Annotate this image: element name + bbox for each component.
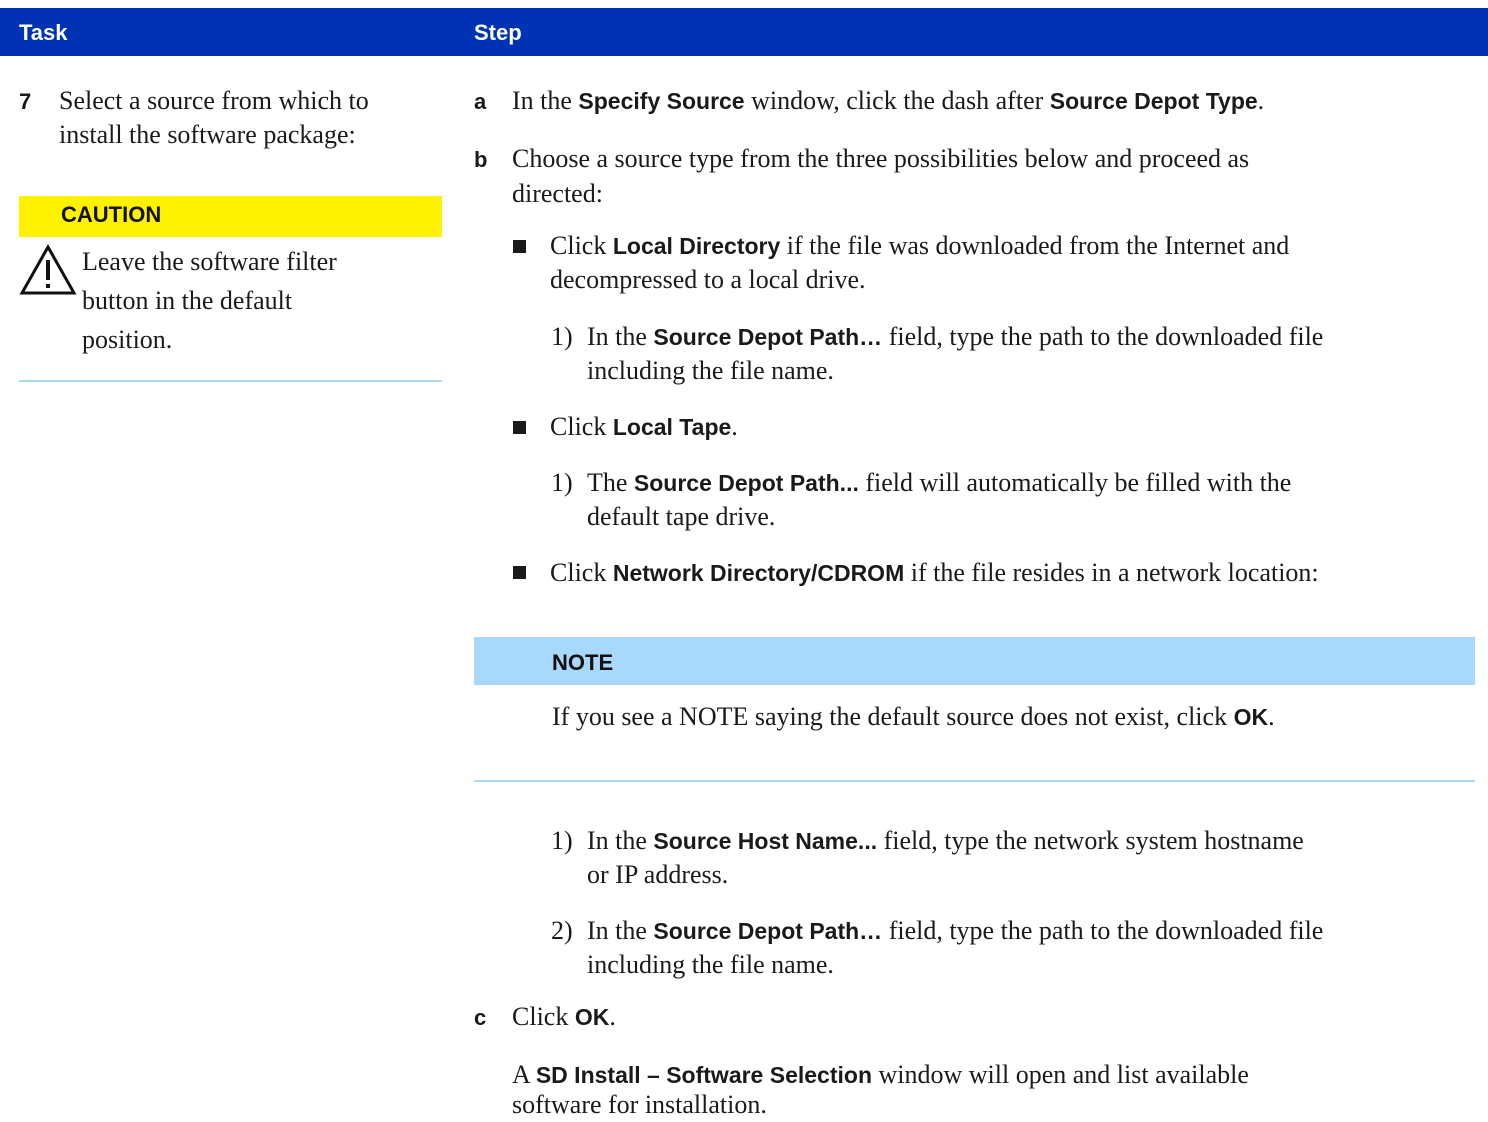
caution-divider xyxy=(19,380,442,382)
task-text-line2: install the software package: xyxy=(59,120,356,149)
bullet3-sub2-line2: including the file name. xyxy=(587,950,834,979)
bullet1-sub1-line1: In the Source Depot Path… field, type th… xyxy=(587,322,1324,351)
bullet1-line1: Click Local Directory if the file was do… xyxy=(550,231,1290,260)
step-b-line2: directed: xyxy=(512,179,603,208)
task-text-line1: Select a source from which to xyxy=(59,86,369,115)
bullet-marker xyxy=(513,240,526,253)
step-c-text: Click OK. xyxy=(512,1002,616,1031)
caution-text-line3: position. xyxy=(82,325,173,354)
bullet1-sub1-num: 1) xyxy=(551,322,573,351)
source-depot-path-label: Source Depot Path… xyxy=(653,918,883,944)
table-header: Task Step xyxy=(0,8,1488,56)
task-column-header: Task xyxy=(19,20,68,45)
bullet2-sub1-line1: The Source Depot Path... field will auto… xyxy=(587,468,1292,497)
note-header: NOTE xyxy=(474,637,1475,685)
caution-text-line2: button in the default xyxy=(82,286,293,315)
bullet1-sub1-line2: including the file name. xyxy=(587,356,834,385)
network-directory-cdrom-label: Network Directory/CDROM xyxy=(612,560,905,586)
source-depot-type-label: Source Depot Type xyxy=(1049,88,1258,114)
step-b-letter: b xyxy=(474,147,488,172)
local-directory-label: Local Directory xyxy=(612,233,781,259)
step-b-line1: Choose a source type from the three poss… xyxy=(512,144,1250,173)
ok-label: OK xyxy=(1233,704,1269,730)
bullet3-sub2-line1: In the Source Depot Path… field, type th… xyxy=(587,916,1324,945)
task-number: 7 xyxy=(19,89,32,114)
caution-title: CAUTION xyxy=(61,202,162,227)
caution-text-line1: Leave the software filter xyxy=(82,247,337,276)
note-text: If you see a NOTE saying the default sou… xyxy=(552,702,1275,731)
bullet-marker xyxy=(513,421,526,434)
note-divider xyxy=(474,780,1475,782)
source-depot-path-label: Source Depot Path… xyxy=(653,324,883,350)
source-host-name-label: Source Host Name... xyxy=(653,828,878,854)
step-c-result-line2: software for installation. xyxy=(512,1090,767,1119)
bullet2-line1: Click Local Tape. xyxy=(550,412,738,441)
source-depot-path-label: Source Depot Path... xyxy=(633,470,859,496)
step-a-text: In the Specify Source window, click the … xyxy=(512,86,1265,115)
step-c-letter: c xyxy=(474,1005,487,1030)
bullet-marker xyxy=(513,566,526,579)
caution-header: CAUTION xyxy=(19,196,442,237)
step-a-letter: a xyxy=(474,89,487,114)
bullet3-sub1-line2: or IP address. xyxy=(587,860,729,889)
note-title: NOTE xyxy=(552,650,614,675)
bullet2-sub1-num: 1) xyxy=(551,468,573,497)
bullet3-line1: Click Network Directory/CDROM if the fil… xyxy=(550,558,1319,587)
step-c-result-line1: A SD Install – Software Selection window… xyxy=(512,1060,1249,1089)
bullet3-sub2-num: 2) xyxy=(551,916,573,945)
bullet2-sub1-line2: default tape drive. xyxy=(587,502,776,531)
bullet3-sub1-num: 1) xyxy=(551,826,573,855)
bullet3-sub1-line1: In the Source Host Name... field, type t… xyxy=(587,826,1304,855)
specify-source-label: Specify Source xyxy=(578,88,745,114)
local-tape-label: Local Tape xyxy=(612,414,732,440)
warning-triangle-icon xyxy=(19,244,77,295)
step-column-header: Step xyxy=(474,20,522,45)
bullet1-line2: decompressed to a local drive. xyxy=(550,265,866,294)
ok-label: OK xyxy=(574,1004,610,1030)
sd-install-software-selection-label: SD Install – Software Selection xyxy=(535,1062,872,1088)
